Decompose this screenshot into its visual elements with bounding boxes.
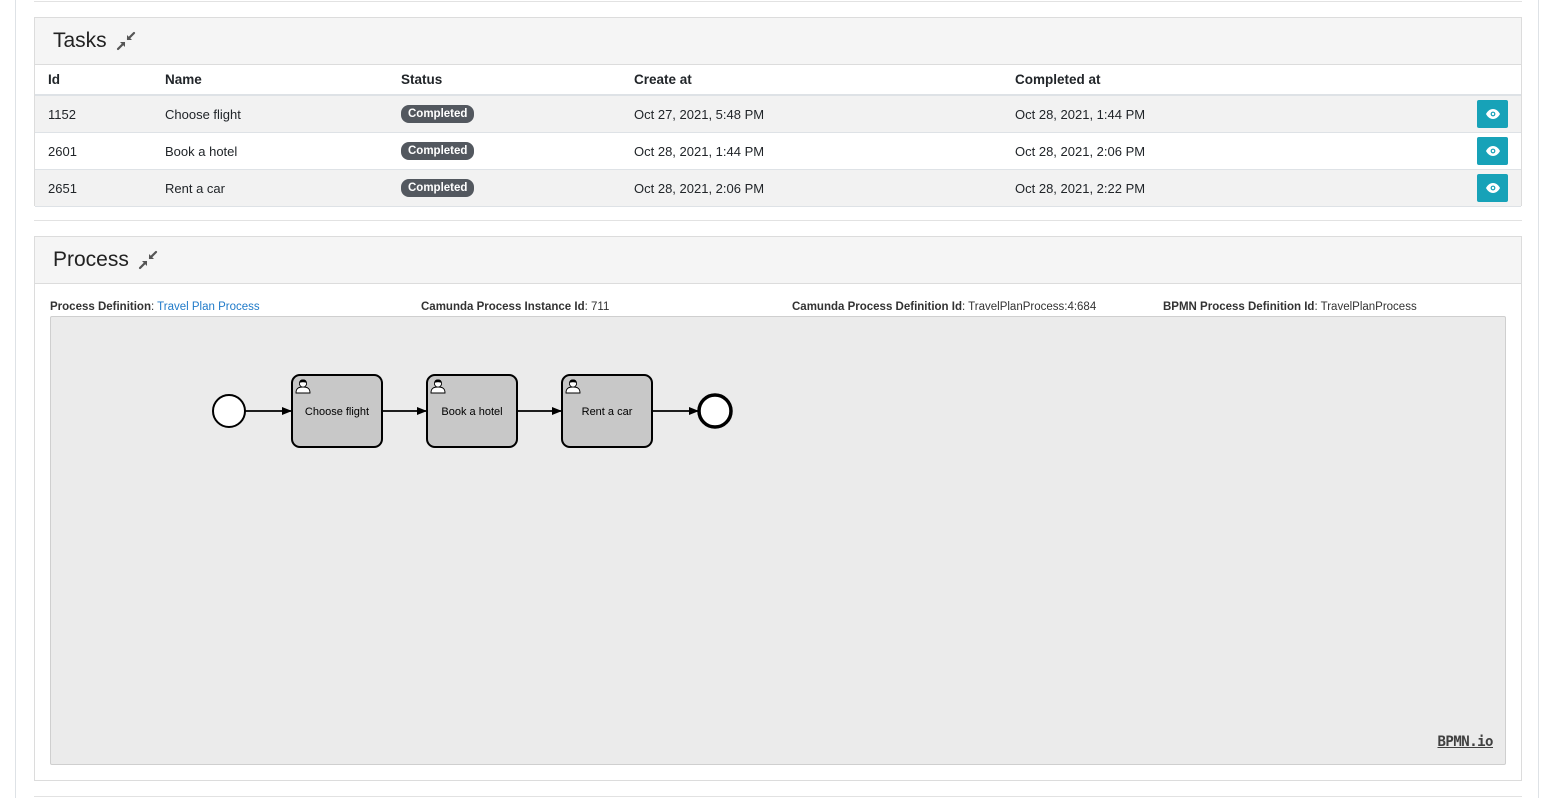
bpmn-io-logo[interactable]: BPMN.io	[1437, 734, 1493, 750]
tasks-card: Tasks Id Name Status Create at Completed…	[34, 17, 1522, 207]
task-label: Choose flight	[305, 406, 369, 418]
view-task-button[interactable]	[1477, 137, 1508, 165]
process-instance-id: Camunda Process Instance Id: 711	[421, 301, 610, 313]
eye-icon	[1485, 146, 1500, 156]
task-name: Book a hotel	[152, 132, 388, 170]
table-row: 2651 Rent a car Completed Oct 28, 2021, …	[35, 169, 1521, 207]
process-card-header: Process	[35, 237, 1521, 284]
bpmn-canvas[interactable]: Choose flight Book a hotel Rent a car BP…	[50, 316, 1506, 765]
tasks-table: Id Name Status Create at Completed at 11…	[35, 65, 1521, 207]
status-badge: Completed	[401, 105, 475, 123]
task-created: Oct 28, 2021, 1:44 PM	[621, 132, 1002, 170]
user-task-rent-car[interactable]: Rent a car	[561, 374, 653, 448]
end-event[interactable]	[697, 393, 733, 429]
section-divider	[34, 220, 1522, 221]
task-id: 1152	[35, 95, 152, 133]
start-event[interactable]	[212, 394, 246, 428]
tasks-header-row: Id Name Status Create at Completed at	[35, 65, 1521, 96]
status-badge: Completed	[401, 179, 475, 197]
view-task-button[interactable]	[1477, 174, 1508, 202]
eye-icon	[1485, 109, 1500, 119]
top-divider	[34, 1, 1522, 2]
table-row: 1152 Choose flight Completed Oct 27, 202…	[35, 95, 1521, 133]
task-name: Rent a car	[152, 169, 388, 207]
task-id: 2651	[35, 169, 152, 207]
table-row: 2601 Book a hotel Completed Oct 28, 2021…	[35, 132, 1521, 170]
col-actions	[1463, 65, 1521, 96]
status-badge: Completed	[401, 142, 475, 160]
process-card: Process Process Definition: Travel Plan …	[34, 236, 1522, 781]
task-id: 2601	[35, 132, 152, 170]
col-id[interactable]: Id	[35, 65, 152, 96]
task-created: Oct 28, 2021, 2:06 PM	[621, 169, 1002, 207]
col-completed-at[interactable]: Completed at	[1002, 65, 1463, 96]
process-definition-link[interactable]: Travel Plan Process	[157, 301, 259, 313]
task-label: Rent a car	[582, 406, 633, 418]
bottom-divider	[34, 796, 1522, 797]
task-created: Oct 27, 2021, 5:48 PM	[621, 95, 1002, 133]
view-task-button[interactable]	[1477, 100, 1508, 128]
user-task-choose-flight[interactable]: Choose flight	[291, 374, 383, 448]
process-title: Process	[53, 248, 129, 271]
user-task-book-hotel[interactable]: Book a hotel	[426, 374, 518, 448]
task-completed: Oct 28, 2021, 2:06 PM	[1002, 132, 1463, 170]
process-definition: Process Definition: Travel Plan Process	[50, 301, 260, 313]
bpmn-diagram: Choose flight Book a hotel Rent a car	[212, 374, 733, 448]
eye-icon	[1485, 183, 1500, 193]
task-completed: Oct 28, 2021, 2:22 PM	[1002, 169, 1463, 207]
bpmn-definition-id: BPMN Process Definition Id: TravelPlanPr…	[1163, 301, 1417, 313]
tasks-title: Tasks	[53, 29, 107, 52]
col-create-at[interactable]: Create at	[621, 65, 1002, 96]
task-label: Book a hotel	[441, 406, 502, 418]
task-name: Choose flight	[152, 95, 388, 133]
col-name[interactable]: Name	[152, 65, 388, 96]
tasks-card-header: Tasks	[35, 18, 1521, 65]
camunda-definition-id: Camunda Process Definition Id: TravelPla…	[792, 301, 1097, 313]
task-completed: Oct 28, 2021, 1:44 PM	[1002, 95, 1463, 133]
compress-icon[interactable]	[138, 250, 158, 270]
col-status[interactable]: Status	[388, 65, 621, 96]
compress-icon[interactable]	[116, 31, 136, 51]
